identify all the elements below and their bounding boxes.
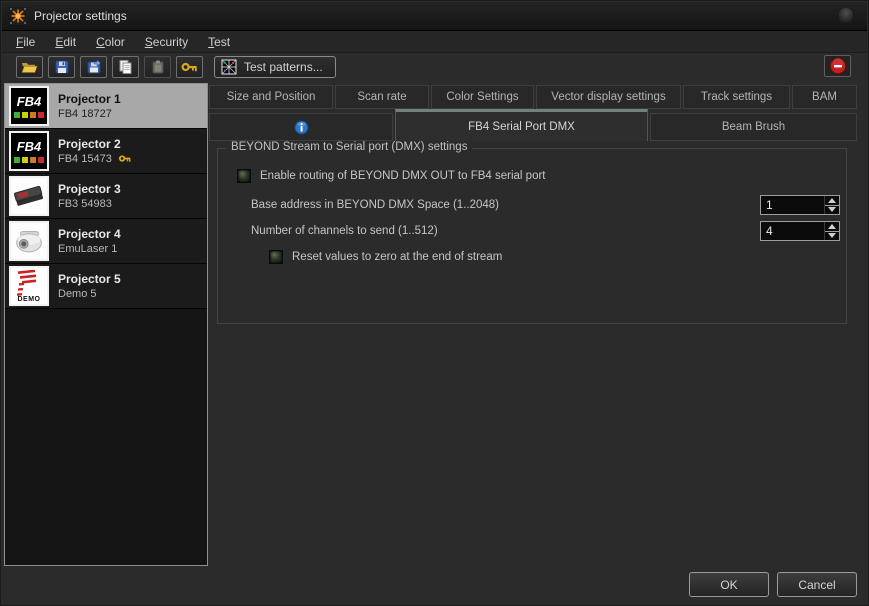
- ok-button[interactable]: OK: [689, 572, 769, 597]
- fb3-device-icon: [11, 178, 47, 214]
- folder-open-icon: [21, 63, 38, 73]
- dmx-settings-group: BEYOND Stream to Serial port (DMX) setti…: [217, 141, 847, 324]
- menu-edit[interactable]: Edit: [55, 35, 76, 49]
- arrow-down-icon: [828, 207, 836, 213]
- spin-down-button[interactable]: [825, 206, 839, 215]
- demo-label: DEMO: [17, 295, 41, 303]
- lock-key-icon: [118, 155, 131, 162]
- minus-circle-icon: [829, 57, 846, 75]
- copy-icon: [119, 60, 132, 74]
- tab-vector-display-settings[interactable]: Vector display settings: [536, 85, 681, 109]
- fb4-logo-text: FB4: [16, 93, 42, 109]
- paste-button[interactable]: [144, 56, 171, 78]
- tab-info[interactable]: [209, 113, 393, 141]
- projector-name: Projector 3: [58, 181, 121, 196]
- base-address-label: Base address in BEYOND DMX Space (1..204…: [251, 199, 500, 211]
- projector-model-text: FB4 15473: [58, 152, 112, 165]
- tab-row-2: FB4 Serial Port DMX Beam Brush: [209, 109, 859, 141]
- projector-list-item-2[interactable]: FB4 Projector 2 FB4 15473: [5, 129, 207, 174]
- menu-file[interactable]: File: [16, 35, 35, 49]
- tab-bam[interactable]: BAM: [792, 85, 857, 109]
- remove-projector-button[interactable]: [824, 55, 851, 77]
- base-address-spinner: [760, 195, 840, 215]
- enable-routing-label: Enable routing of BEYOND DMX OUT to FB4 …: [260, 170, 546, 182]
- save-icon: [55, 60, 68, 74]
- projector-name: Projector 5: [58, 271, 121, 286]
- channels-spinner: [760, 221, 840, 241]
- projector-list: FB4 Projector 1 FB4 18727 FB4 Projector …: [4, 83, 208, 566]
- projector-model: FB3 54983: [58, 197, 112, 210]
- menu-security[interactable]: Security: [145, 35, 188, 49]
- tab-row-1: Size and Position Scan rate Color Settin…: [209, 85, 859, 109]
- fb4-led-row: [14, 111, 44, 118]
- spin-up-button[interactable]: [825, 196, 839, 206]
- fb4-led-row: [14, 156, 44, 163]
- save-as-button[interactable]: [80, 56, 107, 78]
- base-address-input[interactable]: [761, 196, 824, 214]
- enable-routing-checkbox[interactable]: [237, 169, 251, 183]
- security-key-button[interactable]: [176, 56, 203, 78]
- demo-thumbnail: DEMO: [9, 266, 49, 306]
- projector-model: EmuLaser 1: [58, 242, 118, 255]
- fb3-thumbnail: [9, 176, 49, 216]
- open-button[interactable]: [16, 56, 43, 78]
- fb4-thumbnail: FB4: [9, 86, 49, 126]
- titlebar-indicator-icon: [839, 8, 853, 22]
- test-pattern-icon: [221, 59, 237, 75]
- reset-values-row: Reset values to zero at the end of strea…: [269, 250, 502, 264]
- info-icon: [293, 119, 309, 135]
- projector-model: FB4 18727: [58, 107, 112, 120]
- spin-up-button[interactable]: [825, 222, 839, 232]
- reset-values-checkbox[interactable]: [269, 250, 283, 264]
- window-title: Projector settings: [34, 9, 127, 23]
- channels-label: Number of channels to send (1..512): [251, 225, 438, 237]
- tab-fb4-serial-port-dmx[interactable]: FB4 Serial Port DMX: [395, 109, 648, 141]
- fb4-thumbnail: FB4: [9, 131, 49, 171]
- title-bar: Projector settings: [2, 2, 867, 31]
- tab-track-settings[interactable]: Track settings: [683, 85, 790, 109]
- projector-name: Projector 1: [58, 91, 121, 106]
- copy-button[interactable]: [112, 56, 139, 78]
- test-patterns-label: Test patterns...: [244, 60, 323, 74]
- projector-settings-window: Projector settings File Edit Color Secur…: [0, 0, 869, 606]
- app-logo-icon: [9, 7, 27, 25]
- test-patterns-button[interactable]: Test patterns...: [214, 56, 336, 78]
- group-title: BEYOND Stream to Serial port (DMX) setti…: [226, 141, 473, 153]
- tab-beam-brush[interactable]: Beam Brush: [650, 113, 857, 141]
- key-icon: [181, 62, 197, 72]
- pangolin-logo-icon: [17, 269, 36, 296]
- projector-list-item-1[interactable]: FB4 Projector 1 FB4 18727: [5, 84, 207, 129]
- arrow-up-icon: [828, 223, 836, 229]
- channels-spin-buttons: [824, 222, 839, 240]
- tab-color-settings[interactable]: Color Settings: [431, 85, 534, 109]
- projector-list-item-3[interactable]: Projector 3 FB3 54983: [5, 174, 207, 219]
- projector-name: Projector 2: [58, 136, 121, 151]
- tab-size-and-position[interactable]: Size and Position: [209, 85, 333, 109]
- paste-icon: [152, 60, 163, 74]
- emulaser-thumbnail: [9, 221, 49, 261]
- cancel-button[interactable]: Cancel: [777, 572, 857, 597]
- save-as-icon: [87, 59, 101, 74]
- projector-name: Projector 4: [58, 226, 121, 241]
- menu-test[interactable]: Test: [208, 35, 230, 49]
- arrow-down-icon: [828, 233, 836, 239]
- enable-routing-row: Enable routing of BEYOND DMX OUT to FB4 …: [237, 169, 545, 183]
- save-button[interactable]: [48, 56, 75, 78]
- channels-input[interactable]: [761, 222, 824, 240]
- reset-values-label: Reset values to zero at the end of strea…: [292, 251, 503, 263]
- menu-bar: File Edit Color Security Test: [2, 31, 867, 53]
- toolbar: Test patterns...: [2, 53, 867, 81]
- emulaser-projector-icon: [11, 223, 47, 259]
- spin-down-button[interactable]: [825, 232, 839, 241]
- projector-model: FB4 15473: [58, 152, 132, 166]
- fb4-logo-text: FB4: [16, 138, 42, 154]
- projector-list-item-5[interactable]: DEMO Projector 5 Demo 5: [5, 264, 207, 309]
- tab-scan-rate[interactable]: Scan rate: [335, 85, 429, 109]
- projector-list-item-4[interactable]: Projector 4 EmuLaser 1: [5, 219, 207, 264]
- arrow-up-icon: [828, 197, 836, 203]
- menu-color[interactable]: Color: [96, 35, 125, 49]
- base-address-spin-buttons: [824, 196, 839, 214]
- projector-model: Demo 5: [58, 287, 97, 300]
